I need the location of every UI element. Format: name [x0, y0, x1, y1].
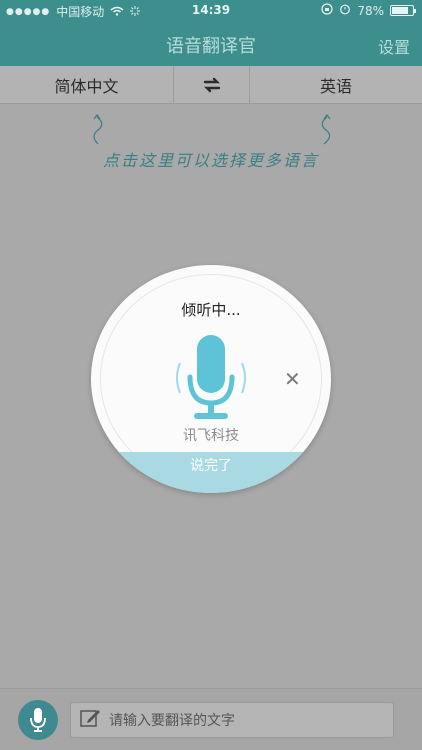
swap-arrows-icon — [203, 77, 220, 92]
microphone-icon — [166, 333, 256, 423]
target-language-button[interactable]: 英语 — [250, 66, 422, 103]
source-language-button[interactable]: 简体中文 — [0, 66, 174, 103]
language-bar: 简体中文 英语 — [0, 66, 422, 104]
listening-dialog: 倾听中... ✕ 讯飞科技 说完了 — [91, 265, 331, 493]
rotation-lock-icon — [321, 3, 333, 18]
battery-percent: 78% — [357, 3, 384, 18]
hint-arrow-right-icon — [321, 114, 331, 145]
battery-level-fill — [392, 7, 408, 14]
edit-icon — [79, 707, 101, 733]
bottom-bar: 请输入要翻译的文字 — [0, 688, 422, 750]
language-hint: 点击这里可以选择更多语言 — [102, 151, 319, 170]
alarm-icon — [339, 3, 351, 18]
done-speaking-button[interactable]: 说完了 — [91, 452, 331, 493]
swap-languages-button[interactable] — [174, 66, 250, 103]
status-right: 78% — [321, 3, 416, 18]
close-button[interactable]: ✕ — [284, 367, 301, 391]
page-title: 语音翻译官 — [166, 36, 256, 57]
brand-label: 讯飞科技 — [183, 428, 239, 444]
listening-status: 倾听中... — [181, 301, 241, 319]
top-bar: ●●●●● 中国移动 14:39 78% 语音翻译官 设置 — [0, 0, 422, 66]
hint-arrow-left-icon — [93, 114, 103, 145]
text-input[interactable]: 请输入要翻译的文字 — [70, 702, 394, 738]
battery-icon — [390, 5, 416, 16]
text-input-placeholder: 请输入要翻译的文字 — [109, 713, 235, 729]
microphone-icon — [30, 708, 46, 732]
voice-input-button[interactable] — [18, 700, 58, 740]
status-bar: ●●●●● 中国移动 14:39 78% — [0, 0, 422, 22]
settings-button[interactable]: 设置 — [378, 34, 410, 58]
